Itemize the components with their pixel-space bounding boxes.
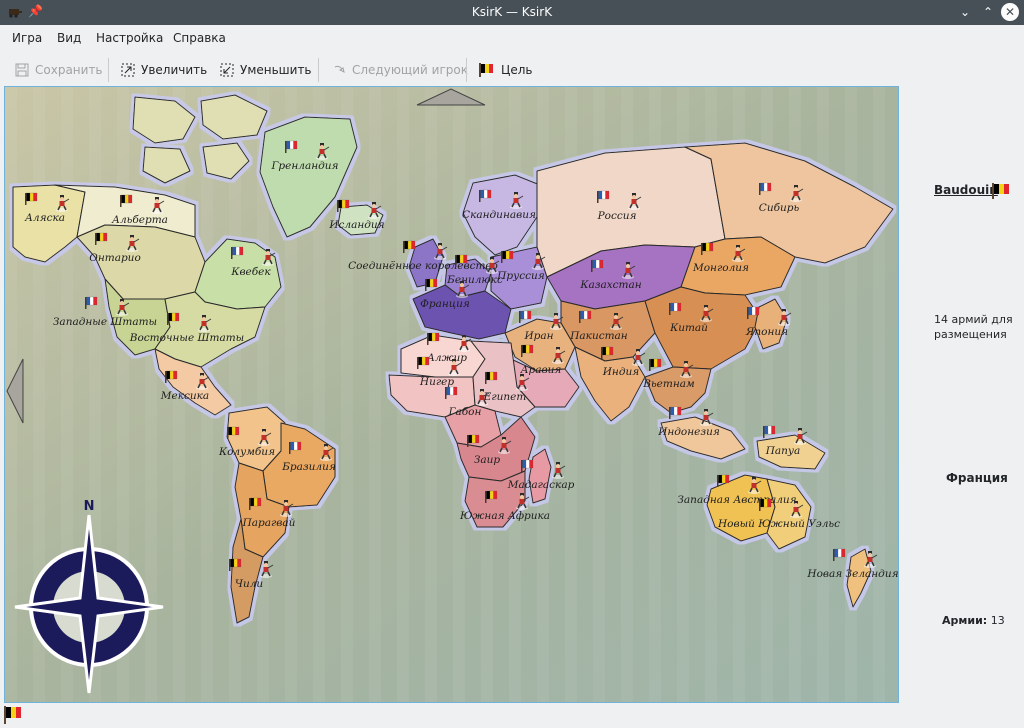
close-button[interactable]: ✕: [1001, 3, 1019, 21]
zoom-out-button[interactable]: Уменьшить: [220, 60, 312, 80]
territory-label: Алжир: [426, 352, 467, 364]
territory-label: Индонезия: [657, 426, 720, 438]
territory-label: Пакистан: [569, 330, 628, 342]
territory-label: Иран: [523, 330, 553, 342]
territory-label: Сибирь: [759, 202, 800, 214]
save-button[interactable]: Сохранить: [15, 60, 103, 80]
territory-label: Нигер: [419, 376, 454, 388]
status-bar: [4, 706, 1024, 728]
territory-label: Новый Южный Уэльс: [717, 518, 840, 530]
zoom-in-icon: [121, 63, 135, 77]
next-player-icon: [334, 65, 345, 73]
menu-game[interactable]: Игра: [12, 31, 42, 45]
territory-label: Западная Австралия: [677, 494, 796, 506]
belgium-flag-icon: [479, 63, 493, 77]
territory-label: Россия: [597, 210, 637, 222]
territory-label: Заир: [474, 454, 501, 466]
world-map-canvas[interactable]: N Аляска Альберта Гренландия Исландия Онтари…: [5, 87, 898, 702]
player-name: Baudouin: [934, 183, 998, 197]
save-icon: [15, 63, 29, 77]
sea-stripe: [369, 87, 381, 702]
territory-label: Скандинавия: [462, 209, 536, 221]
territory-label: Соединённое королевство: [348, 260, 498, 272]
save-label: Сохранить: [35, 63, 103, 77]
territory-label: Парагвай: [242, 517, 296, 529]
territory-label: Япония: [745, 326, 788, 338]
player-flag-icon: [992, 183, 1009, 199]
territory-label: Мексика: [160, 390, 209, 402]
territory-label: Индия: [602, 366, 639, 378]
territory-label: Монголия: [692, 262, 749, 274]
territory-label: Аляска: [24, 212, 65, 224]
menu-view[interactable]: Вид: [57, 31, 81, 45]
toolbar-separator: [108, 58, 109, 82]
maximize-button[interactable]: ⌃: [979, 3, 997, 21]
zoom-out-icon: [220, 63, 234, 77]
goal-label: Цель: [501, 63, 533, 77]
menu-settings[interactable]: Настройка: [96, 31, 163, 45]
territory-label: Казахстан: [579, 279, 641, 291]
selected-country: Франция: [946, 471, 1008, 485]
window-title: KsirK — KsirK: [471, 5, 553, 19]
menu-help[interactable]: Справка: [173, 31, 226, 45]
territory-label: Бенилюкс: [446, 274, 503, 286]
sea-stripe: [845, 87, 857, 702]
sea-stripe: [873, 87, 885, 702]
territory-label: Папуа: [765, 445, 801, 457]
territory-label: Габон: [448, 406, 482, 418]
territory-label: Бразилия: [281, 461, 336, 473]
zoom-out-label: Уменьшить: [240, 63, 312, 77]
toolbar-separator: [318, 58, 319, 82]
menu-bar: Игра Вид Настройка Справка: [0, 28, 1024, 50]
next-player-button[interactable]: Следующий игрок: [332, 60, 468, 80]
territory-label: Египет: [483, 391, 527, 403]
goal-button[interactable]: Цель: [479, 60, 532, 80]
territory-label: Гренландия: [270, 160, 338, 172]
territory-label: Новая Зеландия: [806, 568, 898, 580]
toolbar: Сохранить Увеличить Уменьшить Следующий …: [0, 54, 1024, 84]
zoom-in-button[interactable]: Увеличить: [121, 60, 207, 80]
territory-label: Альберта: [111, 214, 168, 226]
territory-label: Аравия: [520, 364, 562, 376]
territory-label: Онтарио: [89, 252, 141, 264]
territory-label: Колумбия: [218, 446, 275, 458]
army-count: Армии: 13: [942, 614, 1005, 627]
territory-label: Чили: [235, 578, 264, 590]
armies-to-place: 14 армий для размещения: [934, 313, 1013, 341]
territory-label: Западные Штаты: [53, 316, 157, 328]
territory-label: Исландия: [328, 219, 384, 231]
territory-label: Франция: [420, 298, 470, 310]
world-map[interactable]: N Аляска Альберта Гренландия Исландия Онтари…: [4, 86, 899, 703]
zoom-in-label: Увеличить: [141, 63, 208, 77]
territory-label: Южная Африка: [459, 510, 550, 522]
toolbar-separator: [466, 58, 467, 82]
compass-north-label: N: [84, 499, 95, 514]
territory-label: Китай: [669, 322, 708, 334]
current-player-flag-icon: [4, 706, 21, 724]
army-count-value: 13: [990, 614, 1005, 627]
next-player-label: Следующий игрок: [352, 63, 468, 77]
title-bar[interactable]: 📌 KsirK — KsirK ⌄ ⌃ ✕: [0, 0, 1024, 25]
territory-label: Пруссия: [496, 270, 544, 282]
player-panel: Baudouin 14 армий для размещения Франция…: [900, 86, 1024, 701]
territory-label: Мадагаскар: [507, 479, 575, 491]
territory-label: Вьетнам: [642, 378, 695, 390]
territory-label: Восточные Штаты: [129, 332, 244, 344]
army-count-label: Армии:: [942, 614, 988, 627]
minimize-button[interactable]: ⌄: [956, 3, 974, 21]
territory-label: Квебек: [230, 266, 271, 278]
